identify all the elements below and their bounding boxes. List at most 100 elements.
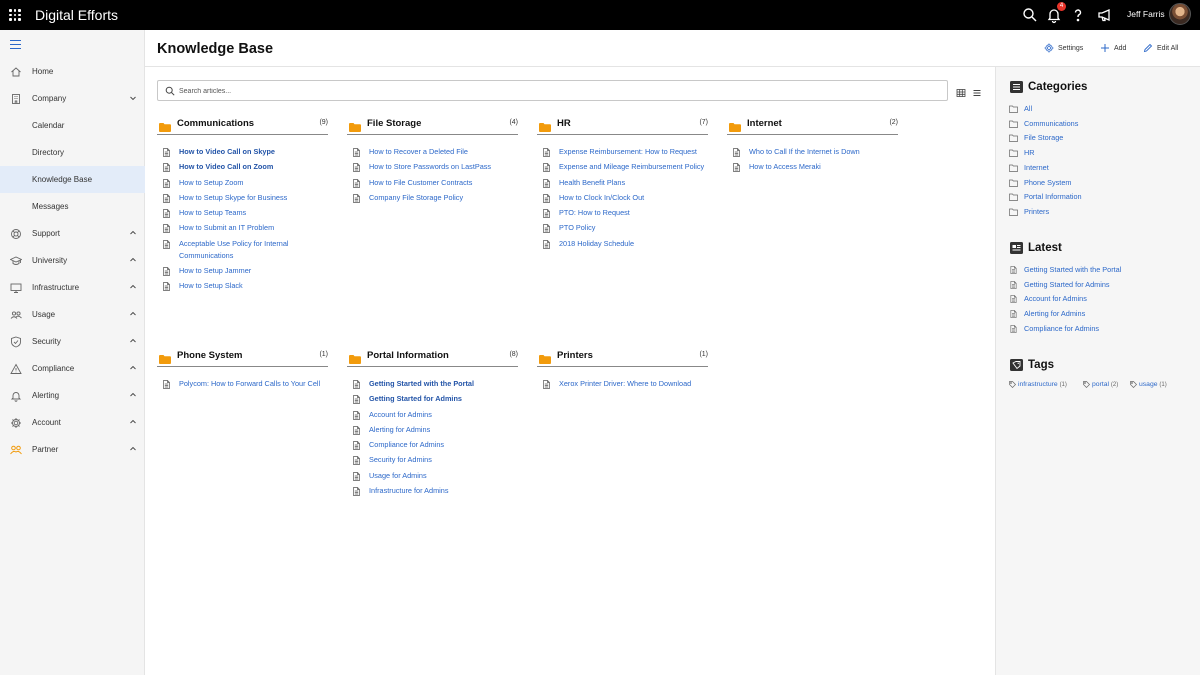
article-link[interactable]: Security for Admins: [347, 454, 518, 466]
article-link[interactable]: PTO: How to Request: [537, 207, 708, 219]
article-link[interactable]: How to Setup Zoom: [157, 177, 328, 189]
article-list: Polycom: How to Forward Calls to Your Ce…: [157, 378, 328, 390]
chevron-up-icon[interactable]: [129, 418, 137, 426]
nav-item-messages[interactable]: Messages: [0, 193, 145, 220]
article-link[interactable]: Account for Admins: [347, 409, 518, 421]
article-link[interactable]: How to Video Call on Zoom: [157, 161, 328, 173]
category-header[interactable]: HR (7): [537, 116, 708, 135]
chevron-down-icon[interactable]: [129, 94, 137, 102]
article-link[interactable]: PTO Policy: [537, 222, 708, 234]
category-name[interactable]: File Storage: [367, 118, 421, 129]
search-box[interactable]: [157, 80, 948, 101]
nav-item-support[interactable]: Support: [0, 220, 145, 247]
category-header[interactable]: Communications (9): [157, 116, 328, 135]
user-name[interactable]: Jeff Farris: [1127, 9, 1165, 19]
article-link[interactable]: How to Submit an IT Problem: [157, 222, 328, 234]
article-link[interactable]: How to Video Call on Skype: [157, 146, 328, 158]
article-link[interactable]: Getting Started with the Portal: [347, 378, 518, 390]
article-link[interactable]: 2018 Holiday Schedule: [537, 238, 708, 250]
category-name[interactable]: Portal Information: [367, 350, 449, 361]
category-header[interactable]: Portal Information (8): [347, 348, 518, 367]
app-title[interactable]: Digital Efforts: [35, 7, 118, 23]
chevron-up-icon[interactable]: [129, 364, 137, 372]
tag-name: infrastructure: [1018, 381, 1058, 388]
grid-view-icon[interactable]: [956, 85, 966, 97]
chevron-up-icon[interactable]: [129, 310, 137, 318]
category-header[interactable]: Printers (1): [537, 348, 708, 367]
gear-icon: [1044, 43, 1054, 53]
article-link[interactable]: Health Benefit Plans: [537, 177, 708, 189]
nav-item-alerting[interactable]: Alerting: [0, 382, 145, 409]
article-link[interactable]: How to Setup Slack: [157, 280, 328, 292]
document-icon: [733, 163, 740, 173]
article-link[interactable]: How to Clock In/Clock Out: [537, 192, 708, 204]
nav-item-usage[interactable]: Usage: [0, 301, 145, 328]
category-name[interactable]: Phone System: [177, 350, 242, 361]
article-link[interactable]: Who to Call If the Internet is Down: [727, 146, 898, 158]
megaphone-icon[interactable]: [1096, 6, 1114, 24]
article-link[interactable]: How to Setup Skype for Business: [157, 192, 328, 204]
chevron-up-icon[interactable]: [129, 256, 137, 264]
document-icon: [353, 194, 360, 203]
article-title: Xerox Printer Driver: Where to Download: [559, 379, 692, 388]
article-title: How to Store Passwords on LastPass: [369, 162, 492, 172]
help-icon[interactable]: [1069, 6, 1087, 24]
chevron-up-icon[interactable]: [129, 445, 137, 453]
nav-item-compliance[interactable]: Compliance: [0, 355, 145, 382]
article-link[interactable]: Alerting for Admins: [347, 424, 518, 436]
folder-icon: [349, 119, 361, 132]
pencil-icon: [1143, 43, 1153, 53]
article-link[interactable]: How to Store Passwords on LastPass: [347, 161, 518, 173]
chevron-up-icon[interactable]: [129, 337, 137, 345]
nav-item-home[interactable]: Home: [0, 58, 145, 85]
category-name[interactable]: Communications: [177, 118, 254, 129]
avatar[interactable]: [1169, 3, 1191, 25]
article-link[interactable]: Polycom: How to Forward Calls to Your Ce…: [157, 378, 328, 390]
nav-item-partner[interactable]: Partner: [0, 436, 145, 463]
document-icon: [733, 148, 740, 157]
chevron-up-icon[interactable]: [129, 391, 137, 399]
article-title: How to Clock In/Clock Out: [559, 192, 645, 202]
category-printers: Printers (1) Xerox Printer Driver: Where t…: [537, 348, 708, 393]
article-link[interactable]: Expense Reimbursement: How to Request: [537, 146, 708, 158]
category-name[interactable]: Internet: [747, 118, 782, 129]
article-link[interactable]: How to File Customer Contracts: [347, 177, 518, 189]
nav-item-directory[interactable]: Directory: [0, 139, 145, 166]
chevron-up-icon[interactable]: [129, 283, 137, 291]
article-link[interactable]: Acceptable Use Policy for Internal Commu…: [157, 238, 328, 262]
search-icon[interactable]: [1021, 6, 1039, 24]
category-header[interactable]: File Storage (4): [347, 116, 518, 135]
article-link[interactable]: Xerox Printer Driver: Where to Download: [537, 378, 708, 390]
article-link[interactable]: Expense and Mileage Reimbursement Policy: [537, 161, 708, 173]
shield-icon: [10, 336, 22, 348]
article-link[interactable]: How to Access Meraki: [727, 161, 898, 173]
nav-label: Calendar: [32, 121, 65, 130]
article-link[interactable]: Compliance for Admins: [347, 439, 518, 451]
article-link[interactable]: Company File Storage Policy: [347, 192, 518, 204]
hamburger-menu-icon[interactable]: [10, 40, 21, 50]
article-title: 2018 Holiday Schedule: [559, 238, 635, 248]
nav-item-infrastructure[interactable]: Infrastructure: [0, 274, 145, 301]
nav-item-account[interactable]: Account: [0, 409, 145, 436]
nav-item-calendar[interactable]: Calendar: [0, 112, 145, 139]
nav-item-security[interactable]: Security: [0, 328, 145, 355]
nav-item-knowledge-base[interactable]: Knowledge Base: [0, 166, 145, 193]
category-name[interactable]: Printers: [557, 350, 593, 361]
article-link[interactable]: How to Recover a Deleted File: [347, 146, 518, 158]
category-header[interactable]: Internet (2): [727, 116, 898, 135]
category-name[interactable]: HR: [557, 118, 571, 129]
home-icon: [10, 66, 22, 78]
category-header[interactable]: Phone System (1): [157, 348, 328, 367]
nav-item-company[interactable]: Company: [0, 85, 145, 112]
article-link[interactable]: How to Setup Teams: [157, 207, 328, 219]
list-view-icon[interactable]: [972, 85, 982, 96]
article-link[interactable]: Infrastructure for Admins: [347, 485, 518, 497]
chevron-up-icon[interactable]: [129, 229, 137, 237]
app-launcher-icon[interactable]: [9, 9, 21, 21]
nav-item-university[interactable]: University: [0, 247, 145, 274]
document-icon: [163, 224, 170, 234]
search-input[interactable]: [179, 84, 939, 98]
article-link[interactable]: Usage for Admins: [347, 470, 518, 482]
article-link[interactable]: How to Setup Jammer: [157, 265, 328, 277]
article-link[interactable]: Getting Started for Admins: [347, 393, 518, 405]
